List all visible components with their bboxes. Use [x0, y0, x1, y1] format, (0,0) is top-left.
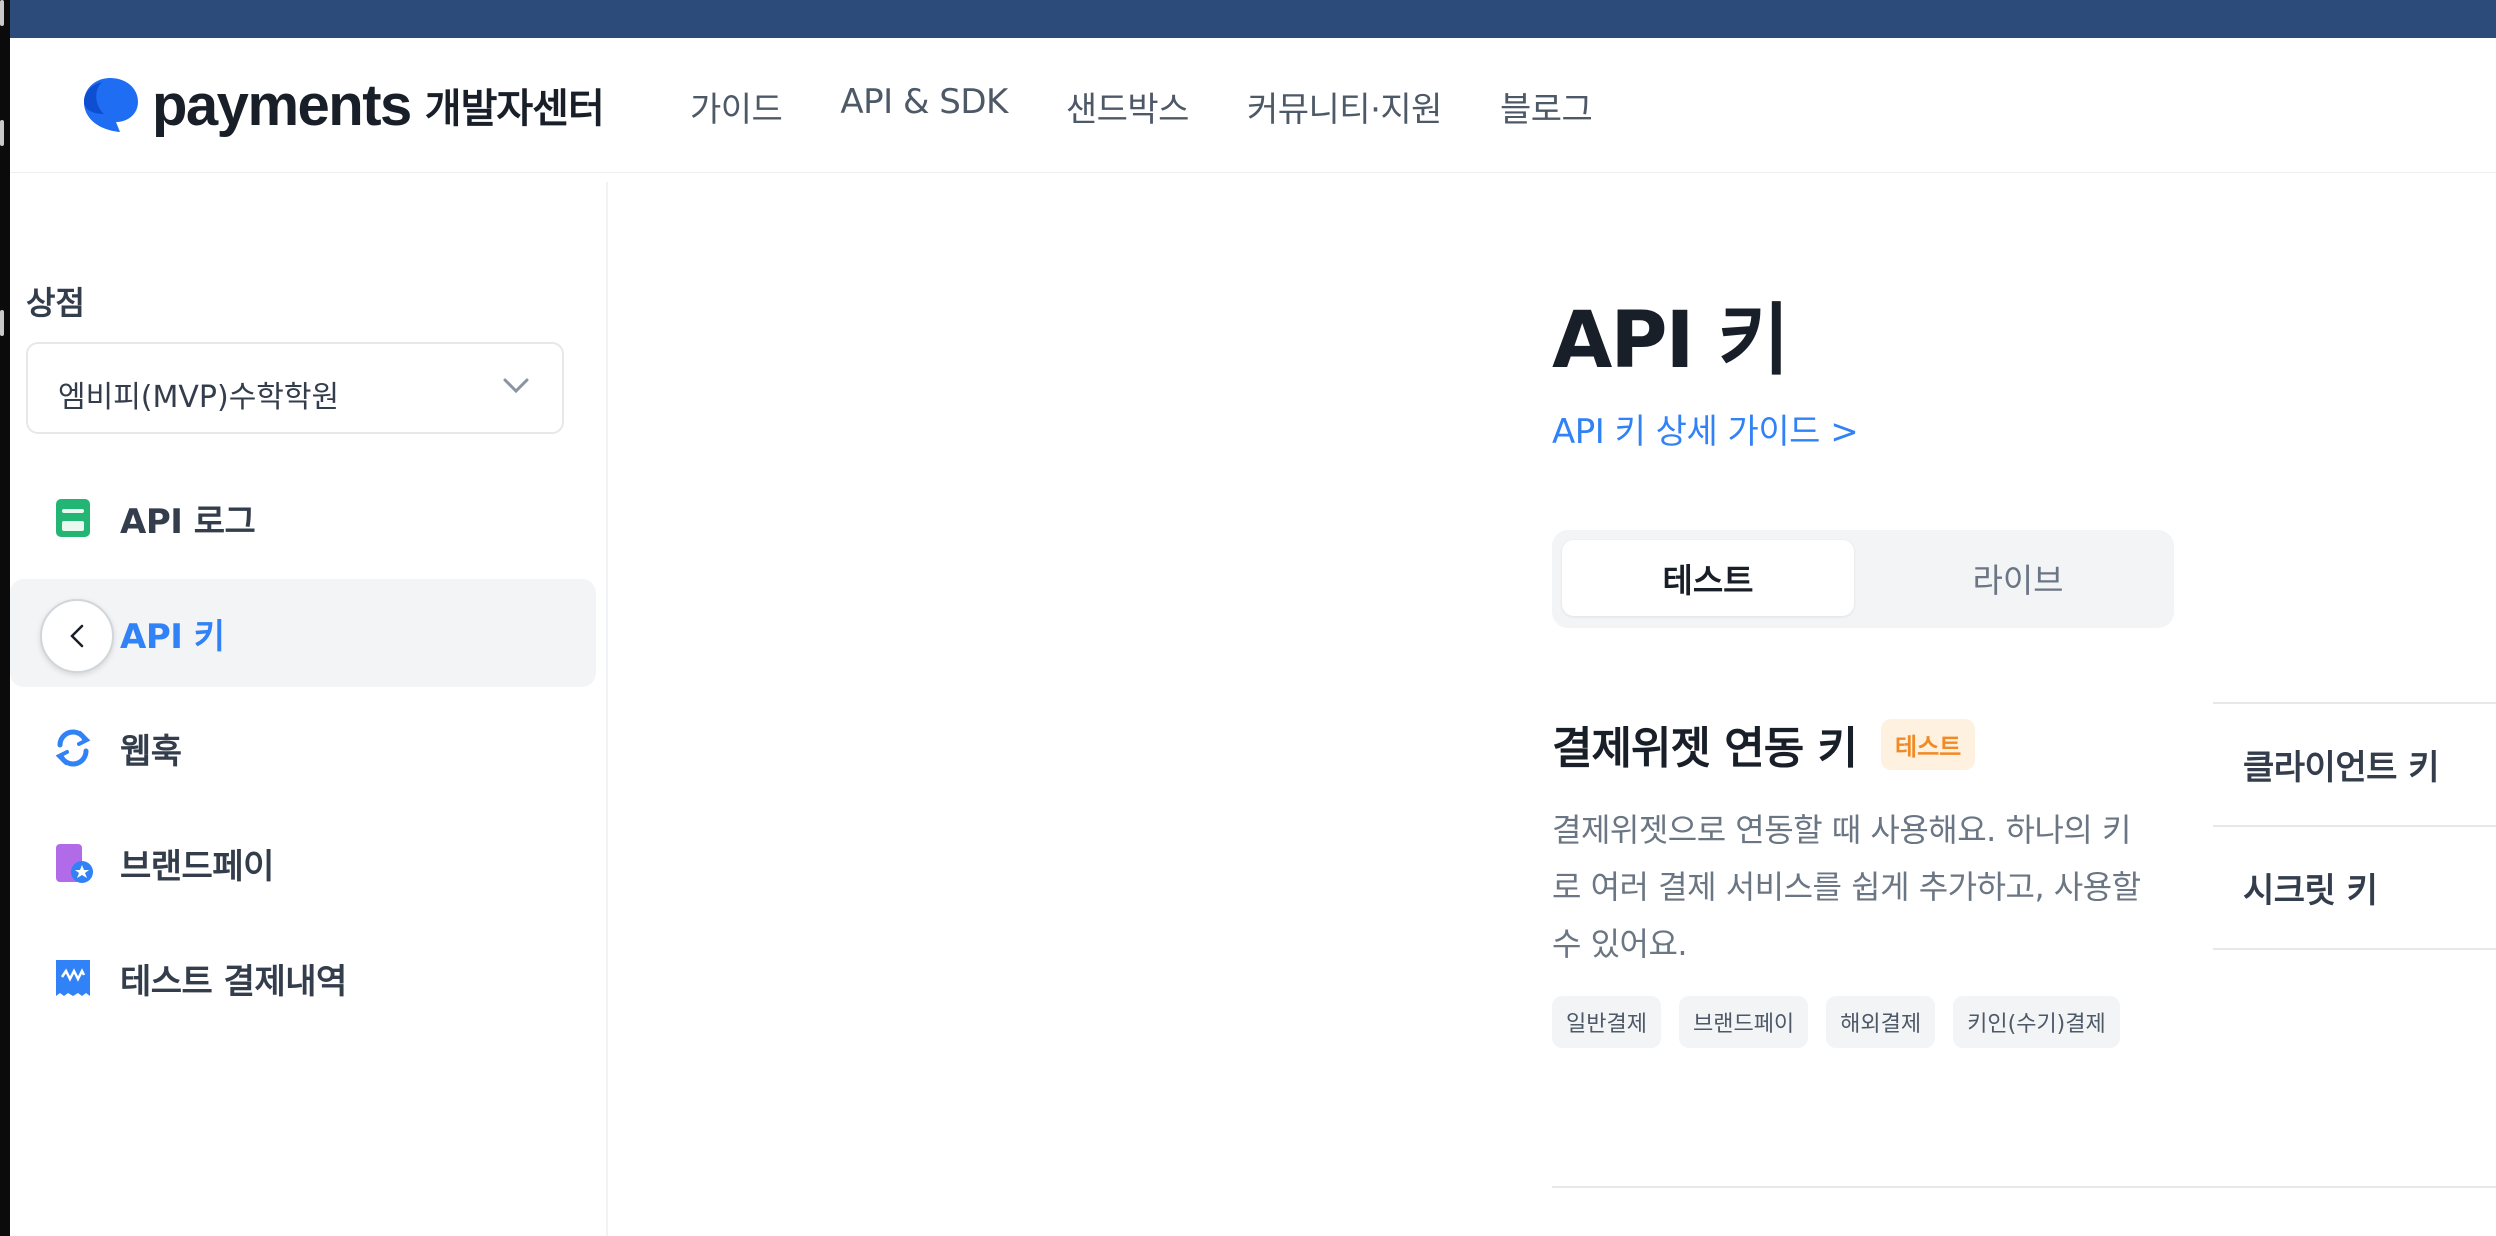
- logo[interactable]: payments 개발자센터: [80, 72, 605, 138]
- nav-api-sdk[interactable]: API & SDK: [840, 82, 1008, 131]
- sidebar-item-label: 웹훅: [120, 731, 182, 772]
- store-select-value: 엠비피(MVP)수학학원: [58, 380, 340, 415]
- sidebar-item-api-log[interactable]: API 로그: [10, 464, 596, 572]
- nav-community[interactable]: 커뮤니티·지원: [1247, 82, 1443, 131]
- secret-key-label: 시크릿 키: [2243, 871, 2378, 911]
- widget-key-section-title: 결제위젯 연동 키 테스트: [1552, 712, 1976, 776]
- sidebar-item-webhook[interactable]: 웹훅: [10, 694, 596, 802]
- section-divider: [1552, 1186, 2496, 1188]
- sidebar-item-label: 브랜드페이: [120, 846, 274, 887]
- test-badge: 테스트: [1881, 718, 1976, 770]
- keys-table: 클라이언트 키 시크릿 키: [2213, 702, 2496, 950]
- site-header: payments 개발자센터 가이드 API & SDK 샌드박스 커뮤니티·지…: [10, 38, 2496, 173]
- brandpay-icon: [56, 844, 93, 883]
- tab-test[interactable]: 테스트: [1562, 540, 1854, 616]
- sidebar-item-api-key[interactable]: API 키: [10, 579, 596, 687]
- api-log-icon: [56, 499, 90, 537]
- logo-mark-icon: [84, 78, 138, 132]
- nav-guide[interactable]: 가이드: [690, 82, 783, 131]
- logo-subtitle: 개발자센터: [424, 86, 605, 132]
- store-select[interactable]: 엠비피(MVP)수학학원: [26, 342, 564, 434]
- sidebar-menu: API 로그 API 키 웹훅 브랜드페이 테스트 결제내역: [10, 464, 596, 1039]
- chevron-down-icon: [503, 378, 529, 394]
- payment-type-chips: 일반결제 브랜드페이 해외결제 키인(수기)결제: [1552, 996, 2120, 1048]
- sidebar: 상점 엠비피(MVP)수학학원 API 로그 API 키 웹훅 브랜드페이 테스…: [10, 182, 608, 1236]
- nav-blog[interactable]: 블로그: [1500, 82, 1593, 131]
- sidebar-item-brandpay[interactable]: 브랜드페이: [10, 809, 596, 917]
- tab-live[interactable]: 라이브: [1872, 540, 2164, 616]
- chip: 브랜드페이: [1678, 996, 1809, 1048]
- sidebar-item-test-payments[interactable]: 테스트 결제내역: [10, 924, 596, 1032]
- chip: 키인(수기)결제: [1953, 996, 2120, 1048]
- sidebar-item-label: API 키: [120, 616, 225, 657]
- section-title-text: 결제위젯 연동 키: [1552, 723, 1858, 774]
- sidebar-item-label: API 로그: [120, 501, 256, 542]
- nav-sandbox[interactable]: 샌드박스: [1066, 82, 1190, 131]
- api-key-guide-link[interactable]: API 키 상세 가이드 >: [1552, 404, 1859, 453]
- client-key-row[interactable]: 클라이언트 키: [2213, 704, 2496, 825]
- chevron-left-icon: [70, 624, 84, 648]
- window-left-edge: [0, 0, 10, 1236]
- chip: 해외결제: [1826, 996, 1936, 1048]
- divider: [2213, 948, 2496, 950]
- client-key-label: 클라이언트 키: [2243, 748, 2440, 788]
- store-section-title: 상점: [26, 284, 85, 322]
- top-nav: 가이드 API & SDK 샌드박스 커뮤니티·지원 블로그: [690, 82, 1593, 131]
- back-button[interactable]: [40, 599, 114, 673]
- browser-top-strip: [0, 0, 2496, 38]
- logo-text: payments: [152, 72, 412, 138]
- sidebar-item-label: 테스트 결제내역: [120, 961, 347, 1002]
- chip: 일반결제: [1552, 996, 1661, 1048]
- receipt-icon: [56, 960, 90, 996]
- env-tabs: 테스트 라이브: [1552, 530, 2174, 628]
- page-title: API 키: [1552, 296, 1789, 386]
- webhook-refresh-icon: [55, 729, 91, 767]
- section-description: 결제위젯으로 연동할 때 사용해요. 하나의 키로 여러 결제 서비스를 쉽게 …: [1552, 811, 2141, 963]
- secret-key-row[interactable]: 시크릿 키: [2213, 827, 2496, 948]
